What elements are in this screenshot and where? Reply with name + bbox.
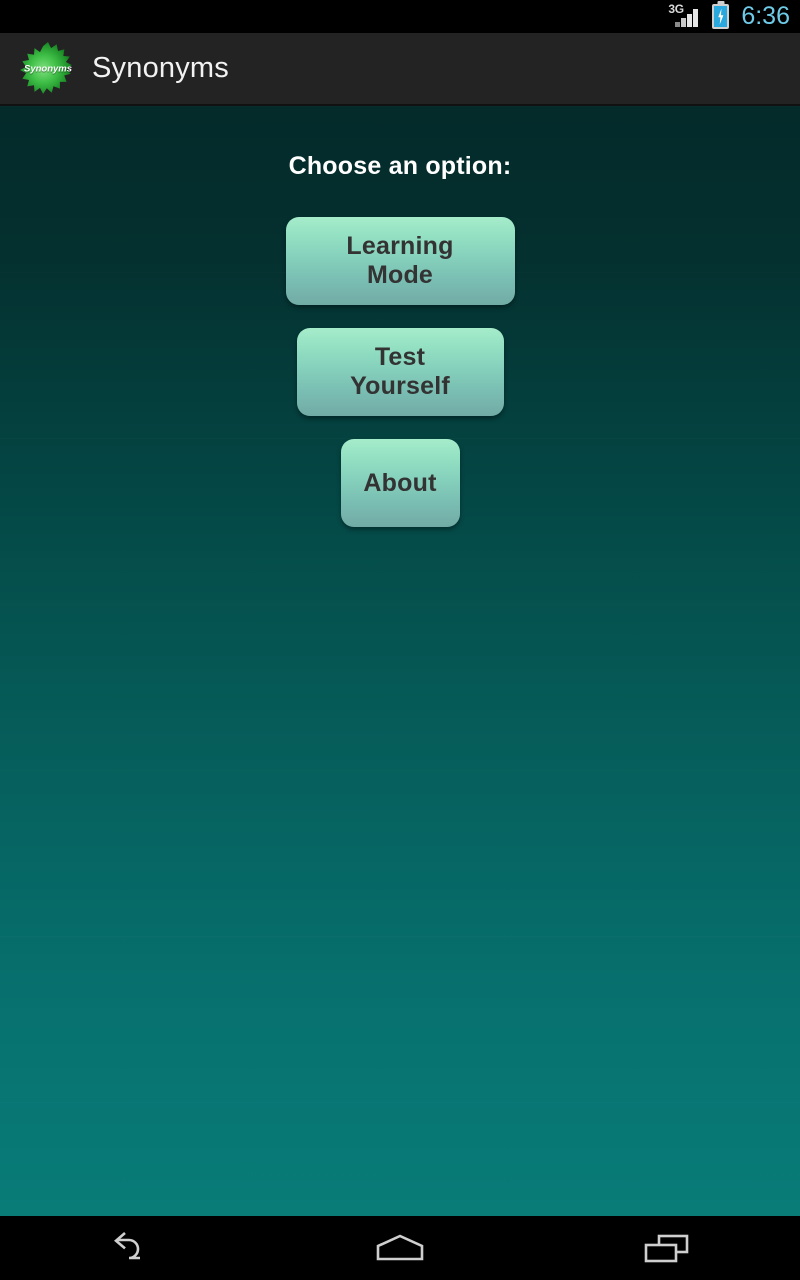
app-title: Synonyms — [92, 52, 229, 84]
charging-bolt-icon — [718, 8, 724, 25]
status-bar-clock: 6:36 — [741, 2, 790, 30]
test-yourself-button[interactable]: Test Yourself — [296, 328, 504, 416]
signal-strength-bars — [675, 8, 703, 27]
android-navigation-bar — [0, 1216, 800, 1280]
status-bar-right-cluster: 3G 6:36 — [668, 0, 790, 33]
status-bar: 3G 6:36 — [0, 0, 800, 33]
main-content: Choose an option: Learning Mode Test You… — [0, 106, 800, 1216]
synonyms-starburst-icon: Synonyms — [18, 40, 78, 98]
signal-bars-icon: 3G — [668, 3, 704, 30]
android-screen: 3G 6:36 Synonyms Synonyms Choose an opti… — [0, 0, 800, 1280]
about-button[interactable]: About — [340, 439, 460, 527]
choose-option-heading: Choose an option: — [288, 152, 512, 180]
learning-mode-button[interactable]: Learning Mode — [285, 217, 515, 305]
battery-charging-icon — [712, 4, 730, 29]
action-bar: Synonyms Synonyms — [0, 33, 800, 106]
back-arrow-icon[interactable] — [43, 1216, 223, 1280]
home-icon[interactable] — [310, 1216, 490, 1280]
option-button-stack: Learning Mode Test Yourself About — [0, 217, 800, 527]
recents-icon[interactable] — [577, 1216, 757, 1280]
